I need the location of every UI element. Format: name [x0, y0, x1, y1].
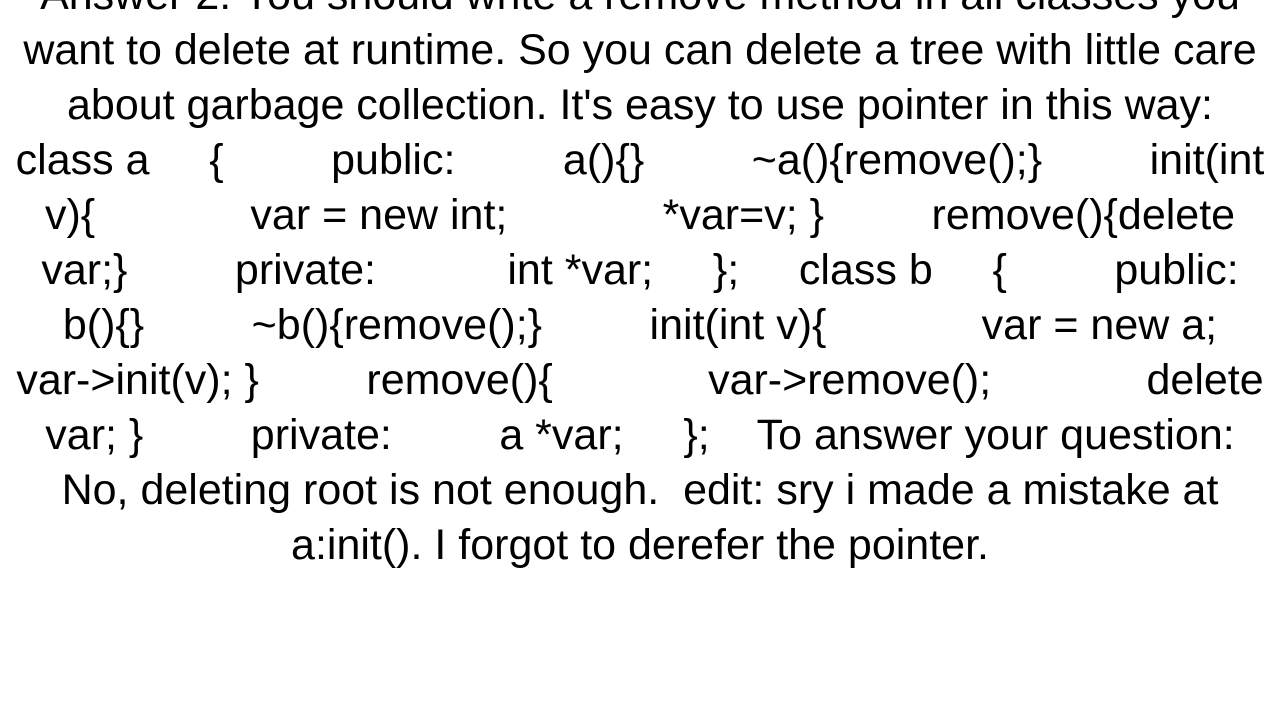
document-body: Answer 2: You should write a remove meth…: [0, 0, 1280, 688]
